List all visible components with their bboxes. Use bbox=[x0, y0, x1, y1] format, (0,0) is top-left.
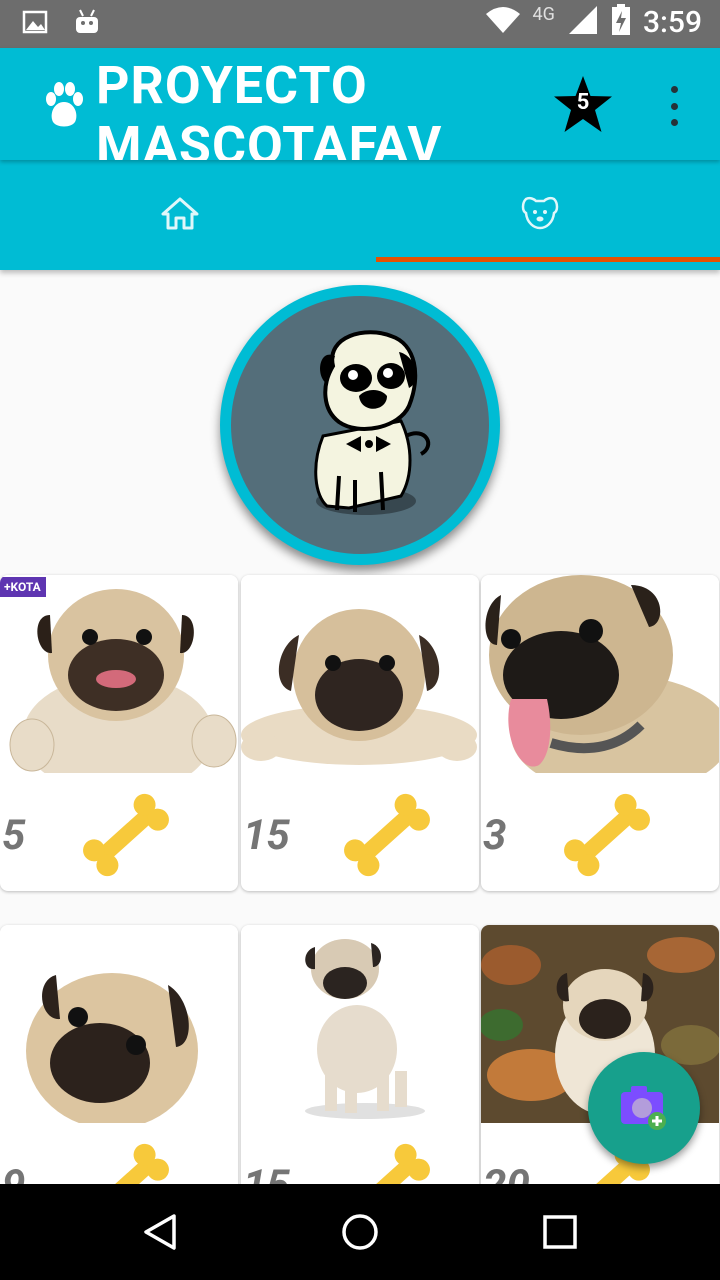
app-bar: PROYECTO MASCOTAFAV 5 bbox=[0, 48, 720, 160]
android-notification-icon bbox=[74, 8, 100, 40]
recents-icon[interactable] bbox=[542, 1214, 578, 1254]
pug-cartoon-icon bbox=[314, 330, 431, 515]
signal-icon bbox=[567, 4, 599, 40]
pet-photo: +KOTA bbox=[0, 575, 238, 773]
status-bar: 4G 3:59 bbox=[0, 0, 720, 48]
pet-card[interactable]: 15 bbox=[241, 925, 479, 1184]
profile-avatar bbox=[220, 285, 500, 565]
like-count: 20 bbox=[483, 1161, 530, 1184]
system-navigation-bar bbox=[0, 1184, 720, 1280]
like-count: 9 bbox=[2, 1161, 25, 1184]
tab-home[interactable] bbox=[0, 160, 360, 270]
like-count: 5 bbox=[2, 811, 26, 860]
battery-charging-icon bbox=[611, 4, 631, 40]
bone-like-icon[interactable] bbox=[337, 787, 437, 887]
favorites-count: 5 bbox=[576, 90, 590, 115]
paw-icon bbox=[44, 80, 84, 132]
pet-card[interactable]: 3 bbox=[481, 575, 719, 891]
profile-avatar-image bbox=[231, 296, 489, 554]
app-title: PROYECTO MASCOTAFAV bbox=[96, 55, 443, 161]
bone-like-icon[interactable] bbox=[337, 1137, 437, 1184]
favorites-button[interactable]: 5 bbox=[552, 74, 614, 136]
watermark-badge: +KOTA bbox=[4, 580, 41, 594]
add-photo-camera-icon bbox=[621, 1086, 666, 1130]
pet-photo bbox=[0, 925, 238, 1123]
pet-card[interactable]: 15 bbox=[241, 575, 479, 891]
tab-dog-profile[interactable] bbox=[360, 160, 720, 270]
pet-photo bbox=[241, 925, 479, 1123]
clock: 3:59 bbox=[642, 4, 702, 40]
like-count: 15 bbox=[243, 1161, 290, 1184]
pet-card[interactable]: 9 bbox=[0, 925, 238, 1184]
overflow-menu-button[interactable] bbox=[664, 86, 684, 126]
pet-photo bbox=[241, 575, 479, 773]
bone-like-icon[interactable] bbox=[557, 787, 657, 887]
add-photo-fab[interactable] bbox=[588, 1052, 700, 1164]
pet-profile-content: +KOTA 5 15 3 bbox=[0, 270, 720, 1184]
like-count: 15 bbox=[243, 811, 290, 860]
pet-photo bbox=[481, 575, 719, 773]
tab-bar bbox=[0, 160, 720, 270]
back-icon[interactable] bbox=[140, 1212, 180, 1256]
home-nav-icon[interactable] bbox=[340, 1212, 380, 1256]
gallery-notification-icon bbox=[22, 9, 48, 39]
bone-like-icon[interactable] bbox=[76, 1137, 176, 1184]
tab-indicator bbox=[376, 257, 720, 262]
pet-card[interactable]: +KOTA 5 bbox=[0, 575, 238, 891]
dog-face-icon bbox=[520, 195, 560, 235]
network-type: 4G bbox=[532, 3, 555, 25]
home-icon bbox=[161, 196, 199, 234]
bone-like-icon[interactable] bbox=[76, 787, 176, 887]
like-count: 3 bbox=[483, 811, 507, 860]
wifi-icon bbox=[485, 6, 521, 38]
